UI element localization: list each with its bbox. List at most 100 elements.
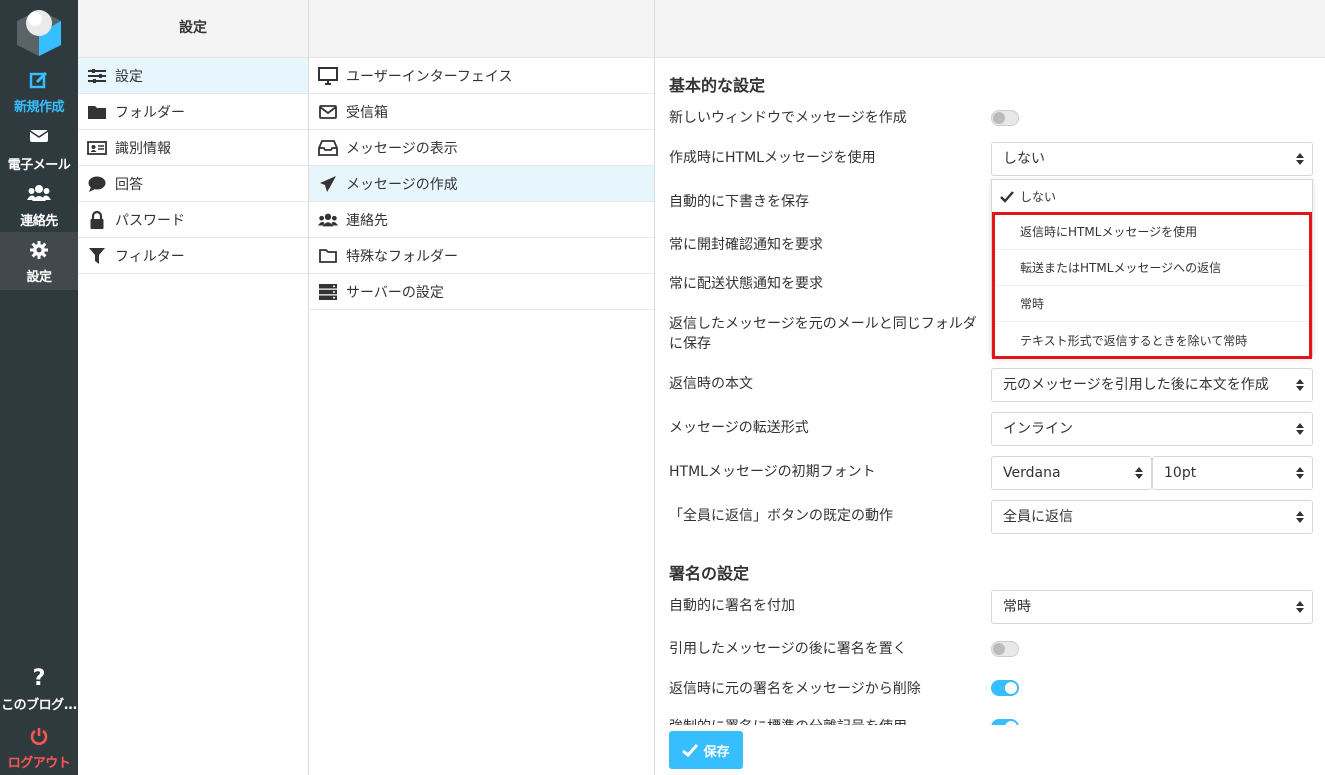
folder-outline-icon — [318, 246, 338, 266]
users-icon — [0, 184, 78, 206]
section-item-password[interactable]: パスワード — [78, 202, 308, 238]
pref-item-composing-messages[interactable]: メッセージの作成 — [309, 166, 654, 202]
about-button[interactable]: ? このブログ... — [0, 660, 78, 718]
strip-signature-toggle[interactable] — [991, 680, 1019, 696]
font-family-value: Verdana — [1003, 465, 1061, 481]
section-item-label: フォルダー — [115, 104, 185, 121]
pref-item-label: メッセージの表示 — [346, 140, 458, 157]
pref-item-label: 特殊なフォルダー — [346, 248, 458, 265]
reply-all-value: 全員に返信 — [1003, 509, 1073, 525]
form-header — [655, 0, 1325, 58]
font-size-value: 10pt — [1164, 465, 1197, 481]
select-arrows-icon — [1296, 379, 1304, 391]
compose-label: 新規作成 — [13, 100, 65, 115]
logout-label: ログアウト — [7, 756, 71, 771]
force-separator-label: 強制的に署名に標準の分離記号を使用 — [669, 717, 989, 725]
pref-item-display-messages[interactable]: メッセージの表示 — [309, 130, 654, 166]
settings-form-panel: 基本的な設定 新しいウィンドウでメッセージを作成 作成時にHTMLメッセージを使… — [655, 0, 1325, 775]
power-icon — [0, 726, 78, 748]
preferences-header — [309, 0, 654, 58]
section-item-responses[interactable]: 回答 — [78, 166, 308, 202]
html-compose-select[interactable]: しない — [991, 142, 1313, 176]
preferences-section-list: ユーザーインターフェイス 受信箱 メッセージの表示 メッセージの作成 連絡先 特… — [309, 0, 655, 775]
server-icon — [318, 282, 338, 302]
settings-label: 設定 — [26, 270, 52, 285]
section-item-folders[interactable]: フォルダー — [78, 94, 308, 130]
reply-all-label: 「全員に返信」ボタンの既定の動作 — [669, 508, 893, 524]
font-family-select[interactable]: Verdana — [991, 456, 1152, 490]
reply-all-select[interactable]: 全員に返信 — [991, 500, 1313, 534]
select-arrows-icon — [1296, 511, 1304, 523]
dropdown-option-label: 転送またはHTMLメッセージへの返信 — [1020, 261, 1222, 275]
section-item-label: フィルター — [115, 248, 185, 265]
contacts-label: 連絡先 — [20, 214, 58, 229]
html-compose-label: 作成時にHTMLメッセージを使用 — [669, 150, 876, 166]
dropdown-option-forward-or-reply-html[interactable]: 転送またはHTMLメッセージへの返信 — [992, 250, 1312, 286]
select-arrows-icon — [1296, 423, 1304, 435]
pref-item-inbox[interactable]: 受信箱 — [309, 94, 654, 130]
html-compose-options-list: しない 返信時にHTMLメッセージを使用 転送またはHTMLメッセージへの返信 … — [991, 179, 1313, 357]
pref-item-user-interface[interactable]: ユーザーインターフェイス — [309, 58, 654, 94]
forward-format-label: メッセージの転送形式 — [669, 420, 809, 436]
contacts-button[interactable]: 連絡先 — [0, 176, 78, 234]
users-icon — [318, 210, 338, 230]
new-window-label: 新しいウィンドウでメッセージを作成 — [669, 110, 907, 126]
section-item-label: 識別情報 — [115, 140, 171, 157]
delivery-status-label: 常に配送状態通知を要求 — [669, 276, 823, 292]
select-arrows-icon — [1135, 467, 1143, 479]
section-item-label: 設定 — [115, 68, 143, 85]
comment-icon — [87, 174, 107, 194]
paper-plane-icon — [318, 174, 338, 194]
filter-icon — [87, 246, 107, 266]
mail-label: 電子メール — [7, 158, 71, 173]
mail-button[interactable]: 電子メール — [0, 120, 78, 178]
signature-auto-value: 常時 — [1003, 599, 1031, 615]
reply-body-select[interactable]: 元のメッセージを引用した後に本文を作成 — [991, 368, 1313, 402]
settings-header: 設定 — [78, 0, 308, 58]
save-reply-label: 返信したメッセージを元のメールと同じフォルダに保存 — [669, 316, 977, 352]
sig-below-quote-toggle[interactable] — [991, 641, 1019, 657]
pref-item-label: サーバーの設定 — [346, 284, 444, 301]
forward-format-value: インライン — [1003, 421, 1073, 437]
pref-item-label: 連絡先 — [346, 212, 388, 229]
pref-item-label: 受信箱 — [346, 104, 388, 121]
envelope-outline-icon — [318, 102, 338, 122]
pref-item-special-folders[interactable]: 特殊なフォルダー — [309, 238, 654, 274]
signature-settings-title: 署名の設定 — [669, 564, 750, 583]
save-button[interactable]: 保存 — [669, 731, 743, 769]
dropdown-option-label: しない — [1020, 190, 1057, 204]
reply-body-label: 返信時の本文 — [669, 376, 753, 392]
section-item-settings[interactable]: 設定 — [78, 58, 308, 94]
font-size-select[interactable]: 10pt — [1152, 456, 1313, 490]
folder-icon — [87, 102, 107, 122]
gear-icon — [0, 240, 78, 262]
pref-item-contacts[interactable]: 連絡先 — [309, 202, 654, 238]
dropdown-option-never[interactable]: しない — [992, 180, 1312, 214]
pref-item-server-settings[interactable]: サーバーの設定 — [309, 274, 654, 310]
forward-format-select[interactable]: インライン — [991, 412, 1313, 446]
section-item-identities[interactable]: 識別情報 — [78, 130, 308, 166]
basic-settings-title: 基本的な設定 — [669, 76, 766, 95]
section-item-label: パスワード — [115, 212, 185, 229]
strip-signature-label: 返信時に元の署名をメッセージから削除 — [669, 681, 921, 697]
pref-item-label: メッセージの作成 — [346, 176, 458, 193]
inbox-icon — [318, 138, 338, 158]
select-arrows-icon — [1296, 601, 1304, 613]
settings-button[interactable]: 設定 — [0, 232, 78, 290]
section-item-label: 回答 — [115, 176, 143, 193]
dropdown-option-label: テキスト形式で返信するときを除いて常時 — [1020, 333, 1248, 348]
section-item-filters[interactable]: フィルター — [78, 238, 308, 274]
id-card-icon — [87, 138, 107, 158]
checkmark-icon — [682, 743, 699, 757]
checkmark-icon — [1000, 190, 1016, 203]
dropdown-option-always[interactable]: 常時 — [992, 286, 1312, 322]
question-icon: ? — [32, 666, 46, 691]
app-logo[interactable] — [12, 4, 66, 58]
save-label: 保存 — [703, 744, 730, 760]
compose-button[interactable]: 新規作成 — [0, 62, 78, 120]
dropdown-option-on-reply[interactable]: 返信時にHTMLメッセージを使用 — [992, 214, 1312, 250]
new-window-toggle[interactable] — [991, 110, 1019, 126]
signature-auto-select[interactable]: 常時 — [991, 590, 1313, 624]
dropdown-option-always-except-plain[interactable]: テキスト形式で返信するときを除いて常時 — [992, 322, 1312, 358]
logout-button[interactable]: ログアウト — [0, 718, 78, 775]
